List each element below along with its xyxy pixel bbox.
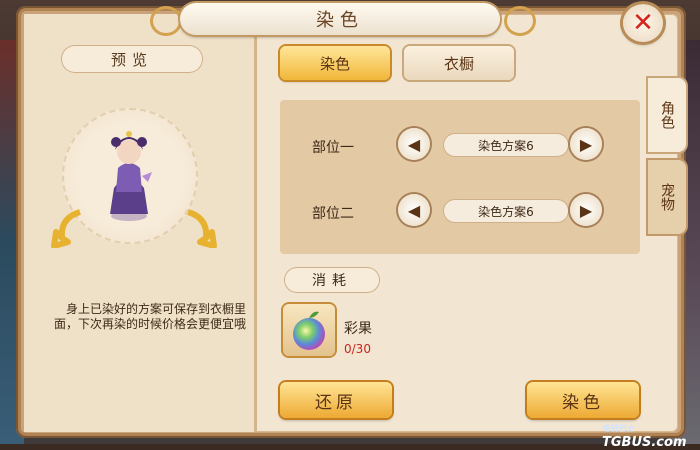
next-arrow-icon: ▶ [579,200,593,220]
colored-fruit-icon [293,311,325,350]
parts-panel [280,100,640,254]
side-tab-pet[interactable]: 宠物 [648,160,686,234]
part-one-label: 部位一 [312,140,354,156]
window-title: 染色 [316,10,364,31]
window-title-plate: 染色 [180,3,500,35]
cost-label: 消耗 [285,268,379,292]
preview-description: 身上已染好的方案可保存到衣橱里面，下次再染的时候价格会更便宜哦 [54,302,247,331]
part-one-value: 染色方案6 [444,134,568,156]
part-one-next-button[interactable]: ▶ [570,128,602,160]
rotate-right-arrow-icon[interactable] [182,208,218,248]
title-ornament-right-icon [504,6,536,36]
part-two-value: 染色方案6 [444,200,568,222]
close-button[interactable]: ✕ [623,4,663,42]
close-icon: ✕ [632,8,654,38]
tab-wardrobe[interactable]: 衣橱 [404,46,514,80]
next-arrow-icon: ▶ [579,134,593,154]
side-tab-role[interactable]: 角色 [648,78,686,152]
cost-item-name: 彩果 [344,321,372,337]
part-one-prev-button[interactable]: ◀ [398,128,430,160]
character-avatar [110,131,152,221]
watermark-text: TGBUS.com [602,435,687,450]
watermark: 电玩巴士 TGBUS.com [602,420,687,450]
prev-arrow-icon: ◀ [407,200,421,220]
title-ornament-left-icon [150,6,182,36]
cost-item-slot[interactable] [283,304,335,356]
part-two-next-button[interactable]: ▶ [570,194,602,226]
watermark-sub: 电玩巴士 [602,424,634,433]
preview-label: 预览 [62,46,202,72]
rotate-left-arrow-icon[interactable] [50,208,86,248]
part-two-label: 部位二 [312,206,354,222]
tab-dye[interactable]: 染色 [280,46,390,80]
prev-arrow-icon: ◀ [407,134,421,154]
cost-item-count: 0/30 [344,342,371,356]
dye-button[interactable]: 染色 [527,382,639,418]
part-two-prev-button[interactable]: ◀ [398,194,430,226]
restore-button[interactable]: 还原 [280,382,392,418]
